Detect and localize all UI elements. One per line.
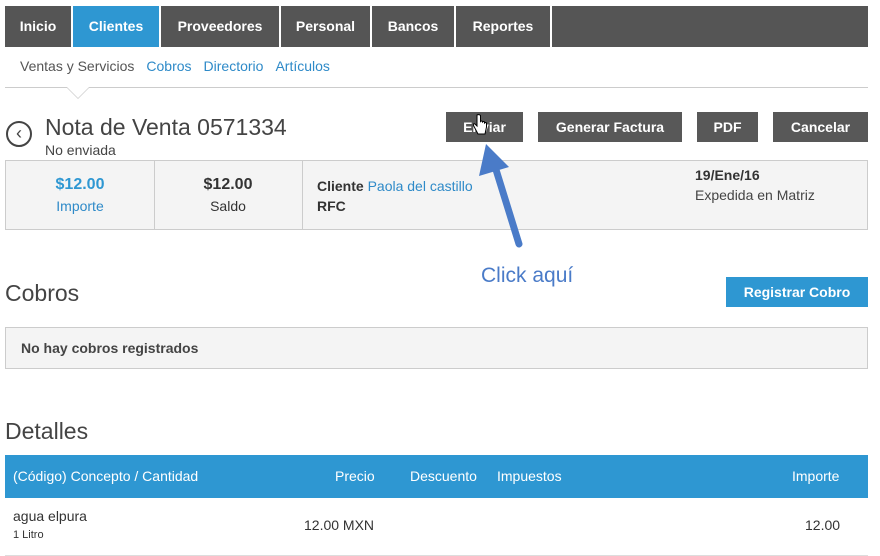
- issued-location: Expedida en Matriz: [695, 187, 815, 203]
- client-label: Cliente: [317, 178, 364, 194]
- tab-reportes[interactable]: Reportes: [456, 6, 552, 47]
- subnav-item-directorio[interactable]: Directorio: [204, 58, 264, 74]
- row-cantidad: 1 Litro: [13, 529, 44, 541]
- page-title: Nota de Venta 0571334: [45, 114, 287, 140]
- active-subnav-caret-fill: [67, 87, 89, 98]
- summary-box: $12.00 Importe $12.00 Saldo Cliente Paol…: [5, 160, 868, 230]
- register-payment-button[interactable]: Registrar Cobro: [726, 277, 868, 307]
- generate-invoice-button[interactable]: Generar Factura: [538, 112, 682, 142]
- sub-nav: Ventas y Servicios Cobros Directorio Artícu…: [20, 58, 342, 74]
- table-row: agua elpura 1 Litro 12.00 MXN 12.00: [5, 498, 868, 556]
- client-info: Cliente Paola del castillo: [317, 178, 473, 194]
- detalles-heading: Detalles: [5, 418, 89, 444]
- cobros-empty-message: No hay cobros registrados: [5, 327, 868, 369]
- row-importe: 12.00: [805, 517, 841, 533]
- tab-inicio[interactable]: Inicio: [5, 6, 73, 47]
- top-nav: Inicio Clientes Proveedores Personal Ban…: [5, 6, 868, 47]
- back-icon[interactable]: ‹: [6, 121, 32, 147]
- subnav-item-ventas[interactable]: Ventas y Servicios: [20, 58, 134, 74]
- subnav-item-cobros[interactable]: Cobros: [146, 58, 191, 74]
- annotation-label: Click aquí: [481, 264, 574, 287]
- client-name-link[interactable]: Paola del castillo: [368, 178, 473, 194]
- cancel-button[interactable]: Cancelar: [773, 112, 868, 142]
- column-importe: Importe: [792, 468, 840, 484]
- status-text: No enviada: [45, 142, 116, 158]
- saldo-label: Saldo: [210, 198, 246, 214]
- pdf-button[interactable]: PDF: [697, 112, 758, 142]
- annotation-arrow-icon: [479, 144, 523, 248]
- subnav-item-articulos[interactable]: Artículos: [275, 58, 329, 74]
- tab-proveedores[interactable]: Proveedores: [161, 6, 281, 47]
- details-table-header: (Código) Concepto / Cantidad Precio Desc…: [5, 455, 868, 498]
- rfc-label: RFC: [317, 198, 346, 214]
- row-concepto: agua elpura: [13, 508, 87, 524]
- column-impuestos: Impuestos: [497, 468, 562, 484]
- tab-personal[interactable]: Personal: [281, 6, 372, 47]
- subnav-divider: [5, 87, 868, 88]
- column-precio: Precio: [335, 468, 375, 484]
- summary-divider: [154, 161, 155, 229]
- row-precio: 12.00 MXN: [304, 517, 375, 533]
- tab-bancos[interactable]: Bancos: [372, 6, 456, 47]
- column-concepto: (Código) Concepto / Cantidad: [13, 468, 199, 484]
- importe-value: $12.00: [55, 176, 105, 193]
- summary-divider: [302, 161, 303, 229]
- column-descuento: Descuento: [410, 468, 477, 484]
- tab-clientes[interactable]: Clientes: [73, 6, 161, 47]
- cobros-heading: Cobros: [5, 280, 80, 306]
- importe-label: Importe: [56, 198, 104, 214]
- invoice-date: 19/Ene/16: [695, 167, 760, 183]
- saldo-value: $12.00: [203, 176, 253, 193]
- hand-cursor-icon: [472, 114, 487, 135]
